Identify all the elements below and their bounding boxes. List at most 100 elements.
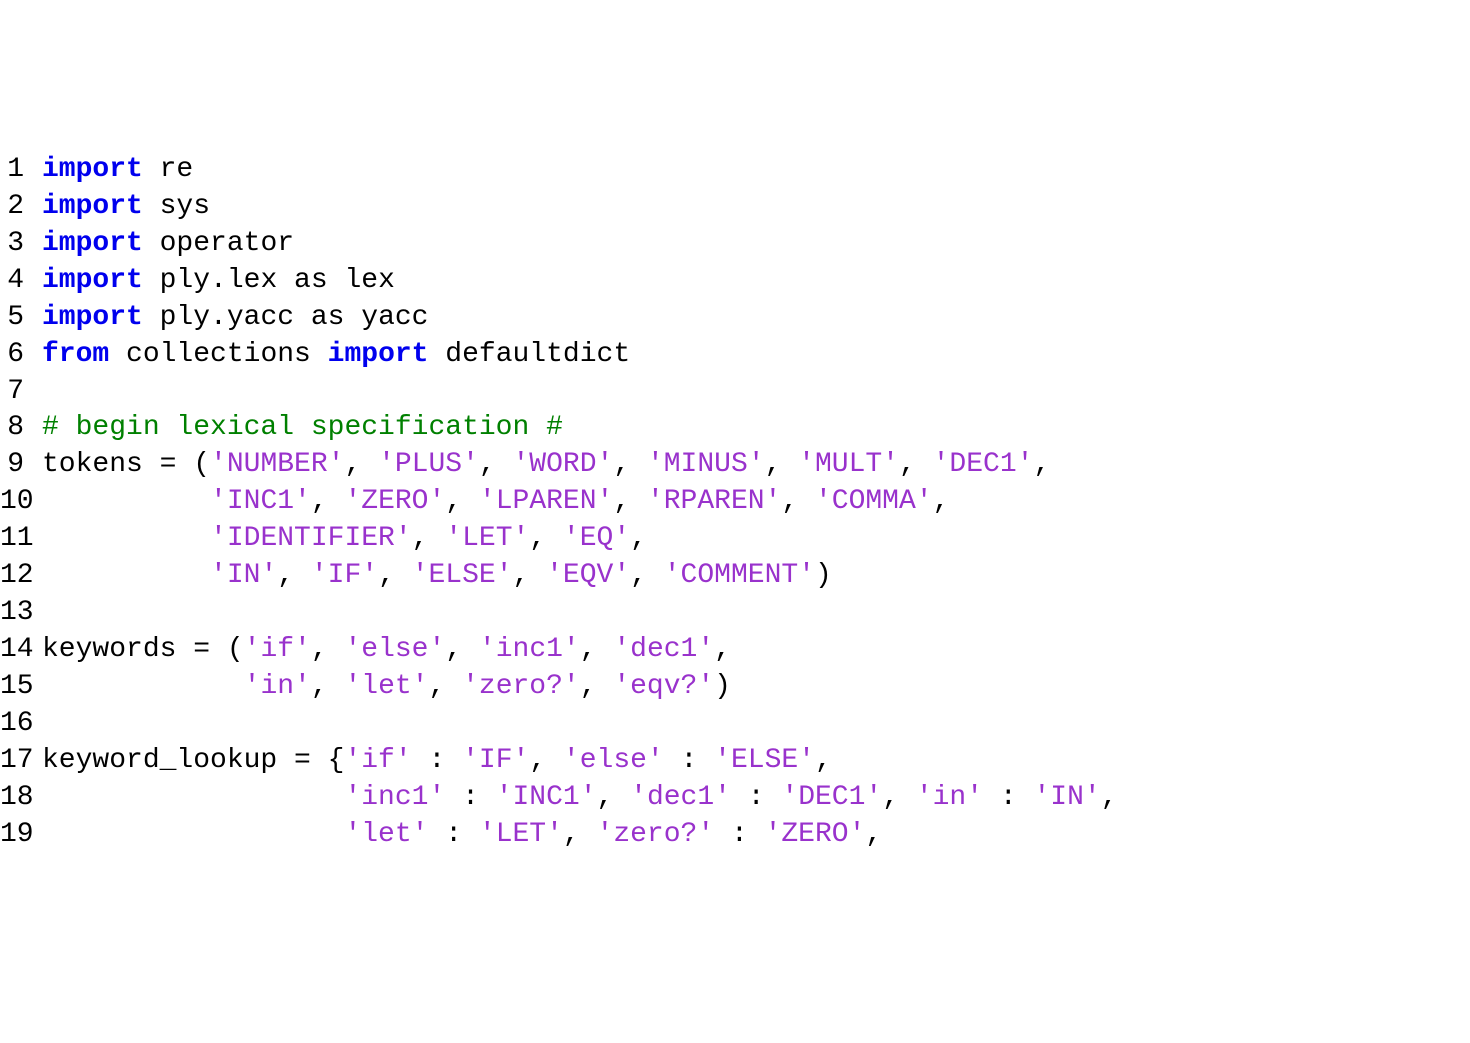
code-line: 19 'let' : 'LET', 'zero?' : 'ZERO',: [0, 817, 1470, 854]
code-content: import sys: [42, 189, 210, 226]
token-keyword: import: [42, 154, 143, 185]
token-text: ,: [311, 671, 345, 702]
code-line: 13: [0, 595, 1470, 632]
token-string: 'else': [344, 634, 445, 665]
token-text: ,: [1101, 782, 1118, 813]
token-string: 'let': [344, 671, 428, 702]
code-content: tokens = ('NUMBER', 'PLUS', 'WORD', 'MIN…: [42, 447, 1050, 484]
token-string: 'IDENTIFIER': [210, 523, 412, 554]
token-string: 'DEC1': [781, 782, 882, 813]
line-number: 3: [0, 226, 42, 263]
line-number: 10: [0, 484, 42, 521]
token-string: 'EQ': [563, 523, 630, 554]
code-line: 14keywords = ('if', 'else', 'inc1', 'dec…: [0, 632, 1470, 669]
code-line: 17keyword_lookup = {'if' : 'IF', 'else' …: [0, 743, 1470, 780]
code-content: 'IDENTIFIER', 'LET', 'EQ',: [42, 521, 647, 558]
token-text: ,: [445, 486, 479, 517]
token-text: operator: [143, 228, 294, 259]
code-content: 'INC1', 'ZERO', 'LPAREN', 'RPAREN', 'COM…: [42, 484, 949, 521]
token-string: 'NUMBER': [210, 449, 344, 480]
token-string: 'IF': [462, 745, 529, 776]
token-comment: # begin lexical specification #: [42, 412, 563, 443]
token-text: ,: [765, 449, 799, 480]
token-string: 'COMMENT': [664, 560, 815, 591]
token-string: 'WORD': [513, 449, 614, 480]
token-string: 'MULT': [798, 449, 899, 480]
code-line: 12 'IN', 'IF', 'ELSE', 'EQV', 'COMMENT'): [0, 558, 1470, 595]
line-number: 5: [0, 300, 42, 337]
code-line: 3import operator: [0, 226, 1470, 263]
line-number: 4: [0, 263, 42, 300]
code-content: from collections import defaultdict: [42, 337, 630, 374]
token-string: 'LET': [479, 819, 563, 850]
token-keyword: import: [42, 228, 143, 259]
token-text: ply.yacc as yacc: [143, 302, 429, 333]
token-text: ): [815, 560, 832, 591]
token-text: :: [412, 745, 462, 776]
line-number: 11: [0, 521, 42, 558]
token-text: :: [731, 782, 781, 813]
token-text: ,: [865, 819, 882, 850]
code-line: 10 'INC1', 'ZERO', 'LPAREN', 'RPAREN', '…: [0, 484, 1470, 521]
code-content: 'IN', 'IF', 'ELSE', 'EQV', 'COMMENT'): [42, 558, 832, 595]
line-number: 14: [0, 632, 42, 669]
code-content: keywords = ('if', 'else', 'inc1', 'dec1'…: [42, 632, 731, 669]
token-text: ,: [714, 634, 731, 665]
line-number: 8: [0, 410, 42, 447]
token-text: ,: [630, 560, 664, 591]
line-number: 7: [0, 374, 42, 411]
token-text: ,: [513, 560, 547, 591]
token-text: [42, 486, 210, 517]
code-line: 6from collections import defaultdict: [0, 337, 1470, 374]
token-text: ,: [781, 486, 815, 517]
code-line: 15 'in', 'let', 'zero?', 'eqv?'): [0, 669, 1470, 706]
token-text: [42, 819, 344, 850]
token-text: ,: [428, 671, 462, 702]
code-line: 11 'IDENTIFIER', 'LET', 'EQ',: [0, 521, 1470, 558]
token-text: ,: [479, 449, 513, 480]
line-number: 12: [0, 558, 42, 595]
code-content: 'let' : 'LET', 'zero?' : 'ZERO',: [42, 817, 882, 854]
token-string: 'MINUS': [647, 449, 765, 480]
token-string: 'dec1': [613, 634, 714, 665]
token-string: 'let': [344, 819, 428, 850]
code-block: 1import re2import sys3import operator4im…: [0, 152, 1470, 854]
code-content: keyword_lookup = {'if' : 'IF', 'else' : …: [42, 743, 832, 780]
code-line: 16: [0, 706, 1470, 743]
line-number: 13: [0, 595, 42, 632]
token-string: 'dec1': [630, 782, 731, 813]
token-string: 'LPAREN': [479, 486, 613, 517]
token-string: 'inc1': [344, 782, 445, 813]
token-keyword: from: [42, 339, 109, 370]
token-string: 'IN': [1033, 782, 1100, 813]
code-content: 'inc1' : 'INC1', 'dec1' : 'DEC1', 'in' :…: [42, 780, 1118, 817]
token-text: ,: [580, 671, 614, 702]
token-string: 'inc1': [479, 634, 580, 665]
token-text: ,: [311, 486, 345, 517]
code-content: import re: [42, 152, 193, 189]
token-text: collections: [109, 339, 327, 370]
token-text: ,: [613, 449, 647, 480]
token-text: tokens = (: [42, 449, 210, 480]
token-string: 'IF': [311, 560, 378, 591]
token-string: 'ELSE': [714, 745, 815, 776]
line-number: 19: [0, 817, 42, 854]
token-text: ,: [933, 486, 950, 517]
token-text: ,: [311, 634, 345, 665]
code-content: import ply.yacc as yacc: [42, 300, 428, 337]
token-text: ,: [613, 486, 647, 517]
code-line: 8# begin lexical specification #: [0, 410, 1470, 447]
code-line: 1import re: [0, 152, 1470, 189]
token-text: :: [445, 782, 495, 813]
line-number: 17: [0, 743, 42, 780]
token-string: 'if': [244, 634, 311, 665]
token-string: 'LET': [445, 523, 529, 554]
code-content: 'in', 'let', 'zero?', 'eqv?'): [42, 669, 731, 706]
code-line: 5import ply.yacc as yacc: [0, 300, 1470, 337]
token-text: [42, 523, 210, 554]
code-content: # begin lexical specification #: [42, 410, 563, 447]
line-number: 9: [0, 447, 42, 484]
token-text: ,: [277, 560, 311, 591]
token-string: 'ELSE': [412, 560, 513, 591]
code-line: 18 'inc1' : 'INC1', 'dec1' : 'DEC1', 'in…: [0, 780, 1470, 817]
